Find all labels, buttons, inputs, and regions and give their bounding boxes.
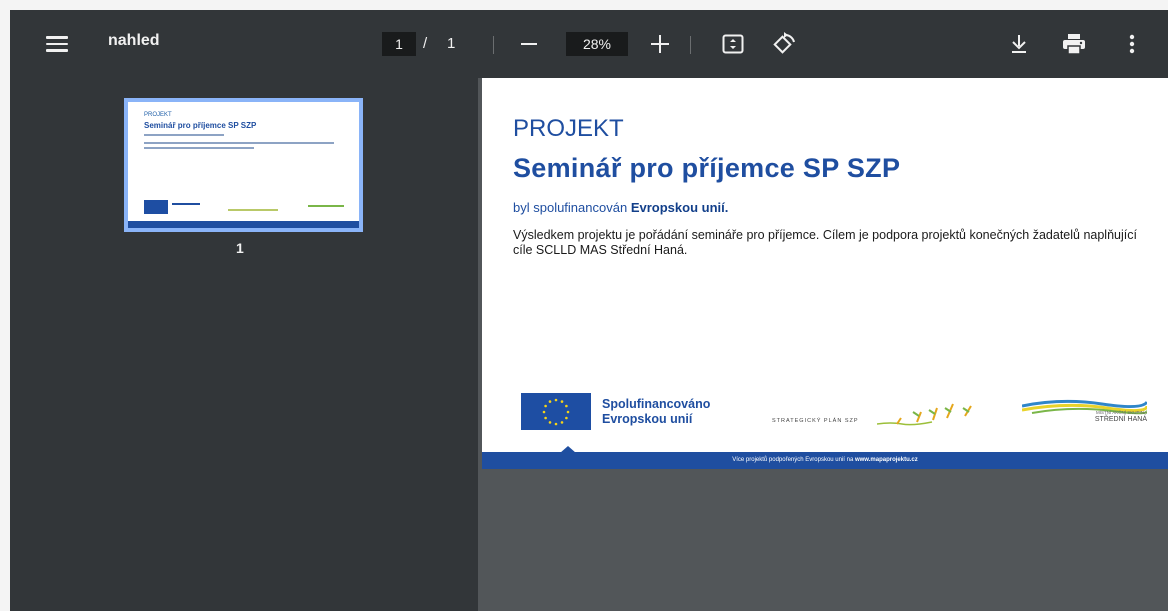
zoom-out-icon[interactable] — [517, 32, 541, 56]
pdf-page: PROJEKT Seminář pro příjemce SP SZP byl … — [482, 78, 1168, 469]
eu-flag-icon — [521, 393, 591, 430]
page-total: 1 — [447, 35, 456, 52]
page-number-input[interactable]: 1 — [382, 32, 416, 56]
mas-logo-text1: MÍSTNÍ AKČNÍ SKUPINA — [1095, 410, 1147, 415]
page-thumbnail[interactable]: PROJEKT Seminář pro příjemce SP SZP — [124, 98, 363, 232]
document-title: nahled — [108, 32, 160, 49]
toolbar-divider — [690, 36, 691, 54]
footer-prefix: Více projektů podpořených Evropskou unií… — [732, 457, 854, 463]
more-vert-icon[interactable] — [1120, 31, 1144, 57]
cofinanced-bold: Evropskou unií. — [630, 200, 729, 215]
print-icon[interactable] — [1060, 32, 1088, 56]
fit-page-icon[interactable] — [720, 32, 746, 56]
thumb-text-line — [144, 142, 334, 144]
szp-logo-text: STRATEGICKÝ PLÁN SZP — [772, 418, 859, 424]
download-icon[interactable] — [1007, 31, 1031, 57]
toolbar-divider — [493, 36, 494, 54]
thumb-footer — [128, 221, 359, 228]
cofinanced-line: byl spolufinancován Evropskou unií. — [513, 200, 728, 215]
thumbnail-sidebar: PROJEKT Seminář pro příjemce SP SZP 1 — [10, 78, 478, 611]
footer-link: www.mapaprojektu.cz — [854, 457, 918, 463]
thumb-eu-flag — [144, 200, 168, 214]
thumb-text-line — [144, 134, 224, 136]
zoom-in-icon[interactable] — [648, 32, 672, 56]
menu-icon[interactable] — [40, 30, 74, 58]
toolbar: nahled 1 / 1 28% — [10, 10, 1168, 78]
thumb-mas-logo — [308, 205, 344, 207]
cofinanced-prefix: byl spolufinancován — [513, 200, 628, 215]
project-title: Seminář pro příjemce SP SZP — [513, 153, 901, 183]
thumbnail-page-number: 1 — [236, 240, 244, 256]
thumb-text-line — [144, 147, 254, 149]
mas-logo-text2: STŘEDNÍ HANÁ — [1094, 416, 1147, 423]
page-separator: / — [423, 35, 428, 52]
thumb-text-line — [172, 203, 200, 205]
project-description: Výsledkem projektu je pořádání semináře … — [513, 228, 1137, 257]
szp-logo: STRATEGICKÝ PLÁN SZP — [772, 402, 982, 432]
eu-label-line1: Spolufinancováno — [602, 397, 711, 411]
project-label: PROJEKT — [513, 115, 624, 142]
thumb-title: Seminář pro příjemce SP SZP — [144, 121, 257, 130]
mas-logo: MÍSTNÍ AKČNÍ SKUPINA STŘEDNÍ HANÁ — [1022, 398, 1147, 430]
eu-label-line2: Evropskou unií — [602, 412, 693, 426]
pdf-viewer: nahled 1 / 1 28% PROJEKT Seminář pro pří… — [10, 10, 1168, 611]
thumb-szp-logo — [228, 209, 278, 211]
eu-cofinanced-label: Spolufinancováno Evropskou unií — [602, 397, 710, 427]
page-footer: Více projektů podpořených Evropskou unií… — [482, 452, 1168, 469]
zoom-input[interactable]: 28% — [566, 32, 628, 56]
thumb-project-label: PROJEKT — [144, 112, 172, 118]
rotate-icon[interactable] — [770, 30, 798, 58]
